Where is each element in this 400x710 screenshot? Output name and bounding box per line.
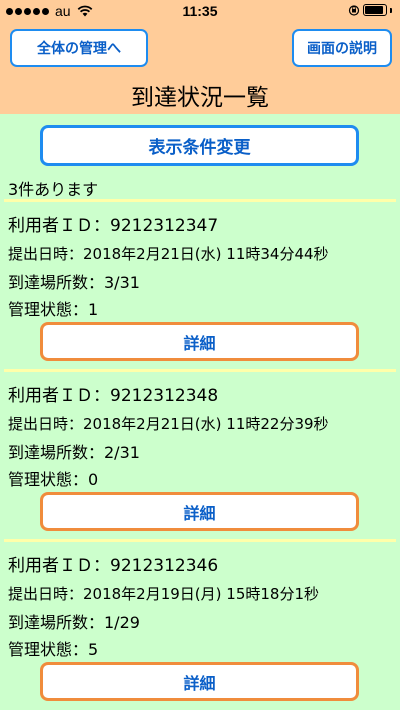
screen-help-button[interactable]: 画面の説明 [292, 29, 392, 67]
record-reached-count: 到達場所数：2/31 [8, 443, 140, 462]
change-display-conditions-button[interactable]: 表示条件変更 [40, 125, 359, 166]
battery-nub [390, 7, 392, 13]
record-management-status: 管理状態：0 [8, 470, 99, 489]
detail-button[interactable]: 詳細 [40, 662, 359, 701]
record-separator [4, 539, 396, 542]
record-item: 利用者ＩＤ：9212312347 提出日時：2018年2月21日(水) 11時3… [0, 199, 400, 369]
status-bar: au 11:35 [0, 0, 400, 22]
record-management-status: 管理状態：5 [8, 640, 99, 659]
result-count: 3件あります [8, 180, 99, 199]
record-item: 利用者ＩＤ：9212312348 提出日時：2018年2月21日(水) 11時2… [0, 369, 400, 539]
status-time: 11:35 [182, 3, 218, 19]
main-content: 表示条件変更 3件あります 利用者ＩＤ：9212312347 提出日時：2018… [0, 114, 400, 710]
battery-icon [363, 4, 387, 16]
battery-level [365, 6, 383, 14]
record-submitted-datetime: 提出日時：2018年2月21日(水) 11時22分39秒 [8, 415, 329, 433]
overall-management-button[interactable]: 全体の管理へ [10, 29, 148, 67]
record-management-status: 管理状態：1 [8, 300, 99, 319]
detail-button[interactable]: 詳細 [40, 322, 359, 361]
record-user-id: 利用者ＩＤ：9212312348 [8, 386, 219, 406]
page-title: 到達状況一覧 [131, 85, 269, 111]
detail-button[interactable]: 詳細 [40, 492, 359, 531]
record-reached-count: 到達場所数：1/29 [8, 613, 140, 632]
record-separator [4, 369, 396, 372]
header: 全体の管理へ 画面の説明 到達状況一覧 [0, 22, 400, 114]
record-user-id: 利用者ＩＤ：9212312347 [8, 216, 219, 236]
record-submitted-datetime: 提出日時：2018年2月19日(月) 15時18分1秒 [8, 585, 319, 603]
record-user-id: 利用者ＩＤ：9212312346 [8, 556, 219, 576]
record-separator [4, 199, 396, 202]
record-reached-count: 到達場所数：3/31 [8, 273, 140, 292]
status-right [348, 4, 392, 16]
record-item: 利用者ＩＤ：9212312346 提出日時：2018年2月19日(月) 15時1… [0, 539, 400, 709]
orientation-lock-icon [348, 5, 360, 16]
record-submitted-datetime: 提出日時：2018年2月21日(水) 11時34分44秒 [8, 245, 329, 263]
